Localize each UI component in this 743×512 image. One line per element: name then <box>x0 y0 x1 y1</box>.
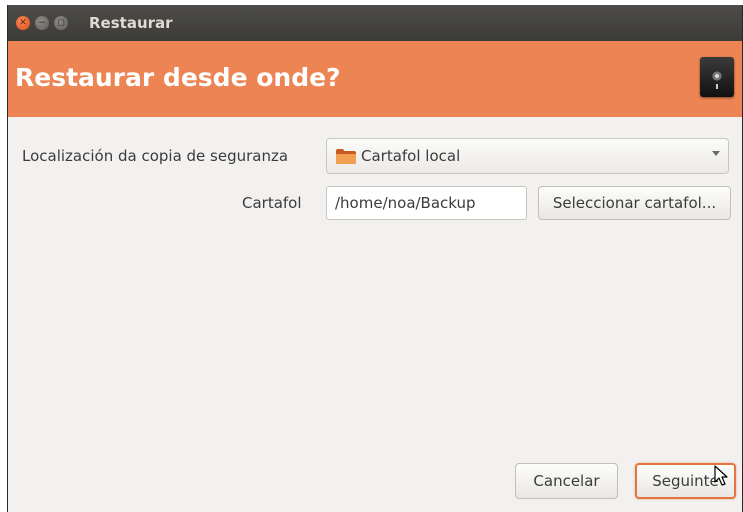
page-title: Restaurar desde onde? <box>15 63 341 92</box>
window-title: Restaurar <box>89 14 173 32</box>
folder-label: Cartafol <box>242 194 302 212</box>
safe-icon <box>700 57 734 97</box>
location-combo[interactable]: Cartafol local <box>326 138 729 174</box>
folder-path-input[interactable] <box>326 186 527 220</box>
minimize-icon[interactable]: − <box>35 16 49 30</box>
location-combo-value: Cartafol local <box>361 147 461 165</box>
cancel-button[interactable]: Cancelar <box>515 463 618 499</box>
location-label: Localización da copia de seguranza <box>22 147 289 165</box>
header-banner: Restaurar desde onde? <box>8 41 742 117</box>
mouse-pointer-icon <box>714 465 728 486</box>
safe-handle <box>716 84 718 89</box>
dialog-content: Localización da copia de seguranza Carta… <box>8 117 742 512</box>
select-folder-button[interactable]: Seleccionar cartafol... <box>538 186 731 220</box>
maximize-icon[interactable]: ◻ <box>54 16 68 30</box>
chevron-down-icon <box>712 151 720 156</box>
folder-icon <box>336 149 356 164</box>
close-icon[interactable]: ✕ <box>16 16 30 30</box>
safe-dial <box>712 71 722 81</box>
restore-dialog: ✕ − ◻ Restaurar Restaurar desde onde? Lo… <box>7 5 743 512</box>
title-bar: ✕ − ◻ Restaurar <box>8 5 742 41</box>
